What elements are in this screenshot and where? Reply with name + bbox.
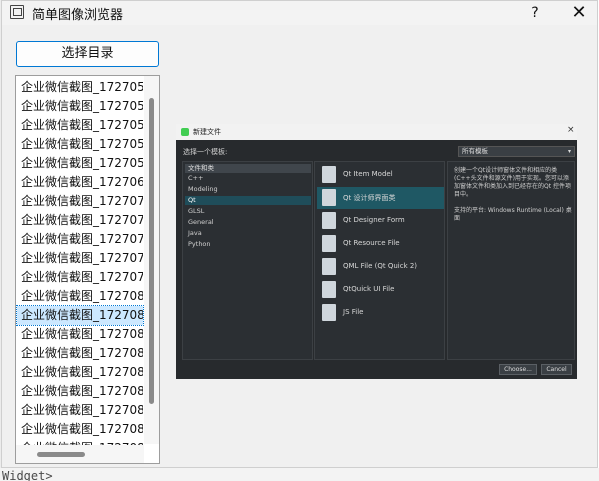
preview-category-header: 文件和类 <box>185 164 311 173</box>
file-list-item[interactable]: 企业微信截图_172708 <box>16 305 144 326</box>
preview-template-label: Qt Designer Form <box>343 216 405 224</box>
preview-category-list: 文件和类 C++ Modeling Qt GLSL General Java Python <box>182 161 313 360</box>
preview-template-item: Qt Resource File <box>317 233 444 255</box>
file-list-item[interactable]: 企业微信截图_172705 <box>17 116 143 135</box>
file-list-item[interactable]: 企业微信截图_172707 <box>17 268 143 287</box>
preview-close-icon: × <box>567 125 575 135</box>
file-icon <box>322 304 336 321</box>
preview-template-filter: 所有模板 <box>458 146 575 157</box>
close-button[interactable]: ✕ <box>562 1 596 25</box>
help-button[interactable]: ? <box>520 1 550 25</box>
vertical-scrollbar[interactable] <box>144 76 159 444</box>
preview-template-label: QML File (Qt Quick 2) <box>343 262 418 270</box>
preview-description-panel: 创建一个Qt设计师窗体文件和相应的类(C++头文件和源文件)用于实现。您可以添加… <box>447 161 575 360</box>
preview-template-label: Qt Resource File <box>343 239 400 247</box>
preview-template-item: Qt 设计师界面类 <box>317 187 444 209</box>
file-list-item[interactable]: 企业微信截图_172705 <box>17 154 143 173</box>
horizontal-scroll-thumb[interactable] <box>37 452 85 457</box>
file-icon <box>322 258 336 275</box>
file-list-item[interactable]: 企业微信截图_172707 <box>17 249 143 268</box>
file-icon <box>322 212 336 229</box>
preview-template-label: QtQuick UI File <box>343 285 395 293</box>
file-list-item[interactable]: 企业微信截图_172705 <box>17 97 143 116</box>
file-list[interactable]: 企业微信截图_172708 企业微信截图_172708 企业微信截图_172708 企… <box>15 75 160 464</box>
file-icon <box>322 235 336 252</box>
file-icon <box>322 166 336 183</box>
window-title: 简单图像浏览器 <box>32 8 124 23</box>
preview-template-label: Qt Item Model <box>343 170 393 178</box>
preview-category-item: Modeling <box>188 185 218 193</box>
preview-dialog-title: 新建文件 <box>193 128 221 136</box>
file-list-item[interactable]: 企业微信截图_172705 <box>17 135 143 154</box>
file-list-item[interactable]: 企业微信截图_172706 <box>17 173 143 192</box>
preview-template-item: Qt Designer Form <box>317 210 444 232</box>
preview-dialog-titlebar: 新建文件 × <box>176 124 577 140</box>
file-list-item[interactable]: 企业微信截图_172707 <box>17 211 143 230</box>
file-list-item[interactable]: 企业微信截图_172708 <box>17 344 143 363</box>
file-icon <box>322 281 336 298</box>
preview-template-item: Qt Item Model <box>317 164 444 186</box>
preview-template-item: QtQuick UI File <box>317 279 444 301</box>
preview-choose-template-label: 选择一个模板: <box>183 148 228 156</box>
file-list-item[interactable]: 企业微信截图_172708 <box>17 363 143 382</box>
preview-cancel-button: Cancel <box>541 364 572 375</box>
preview-category-item: Python <box>188 240 211 248</box>
preview-description-text: 创建一个Qt设计师窗体文件和相应的类(C++头文件和源文件)用于实现。您可以添加… <box>454 167 571 198</box>
preview-template-list: Qt Item Model Qt 设计师界面类 Qt Designer Form Qt… <box>314 161 445 360</box>
preview-category-item: GLSL <box>188 207 205 215</box>
file-list-item[interactable]: 企业微信截图_172708 <box>17 382 143 401</box>
preview-template-item: JS File <box>317 302 444 324</box>
preview-template-item: QML File (Qt Quick 2) <box>317 256 444 278</box>
file-icon <box>322 189 336 206</box>
background-window-text: Widget> <box>0 468 599 481</box>
preview-choose-button: Choose... <box>499 364 537 375</box>
horizontal-scrollbar[interactable] <box>16 445 144 463</box>
preview-template-label: Qt 设计师界面类 <box>343 194 396 202</box>
file-list-item[interactable]: 企业微信截图_172708 <box>17 287 143 306</box>
title-bar[interactable]: 简单图像浏览器 ? ✕ <box>2 1 597 25</box>
qt-logo-icon <box>181 128 189 136</box>
file-list-item[interactable]: 企业微信截图_172705 <box>17 78 143 97</box>
file-list-item[interactable]: 企业微信截图_172707 <box>17 192 143 211</box>
file-list-item[interactable]: 企业微信截图_172707 <box>17 230 143 249</box>
select-directory-button[interactable]: 选择目录 <box>16 41 159 67</box>
vertical-scroll-thumb[interactable] <box>149 98 154 404</box>
preview-category-item: General <box>188 218 214 226</box>
preview-template-label: JS File <box>343 308 364 316</box>
preview-category-item: Java <box>188 229 202 237</box>
preview-platforms-text: 支持的平台: Windows Runtime (Local) 桌面 <box>454 207 572 222</box>
preview-category-item: C++ <box>188 174 204 182</box>
image-preview: 新建文件 × 选择一个模板: 所有模板 文件和类 C++ Modeling Qt GL… <box>176 124 577 379</box>
file-list-item[interactable]: 企业微信截图_172708 <box>17 420 143 439</box>
preview-category-item: Qt <box>185 196 311 205</box>
file-list-item[interactable]: 企业微信截图_172708 <box>17 401 143 420</box>
app-window-icon <box>10 5 24 19</box>
file-list-item[interactable]: 企业微信截图_172708 <box>17 325 143 344</box>
